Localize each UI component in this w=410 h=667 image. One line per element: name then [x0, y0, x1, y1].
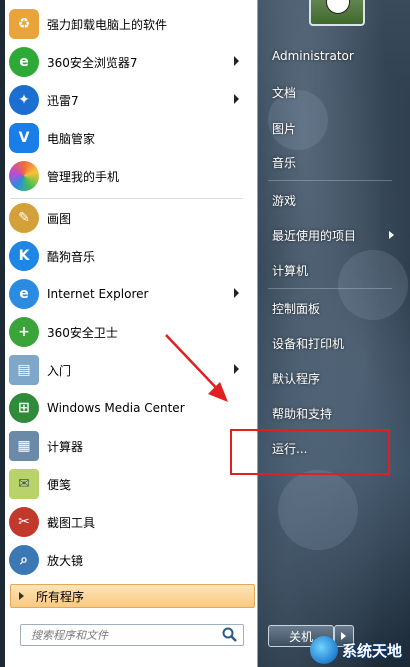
annotation-highlight-box [230, 429, 390, 475]
watermark-text: 系统天地 [342, 641, 403, 660]
watermark: 系统天地 [310, 633, 410, 667]
annotation-arrow [165, 334, 228, 402]
site-logo-icon [310, 636, 338, 664]
